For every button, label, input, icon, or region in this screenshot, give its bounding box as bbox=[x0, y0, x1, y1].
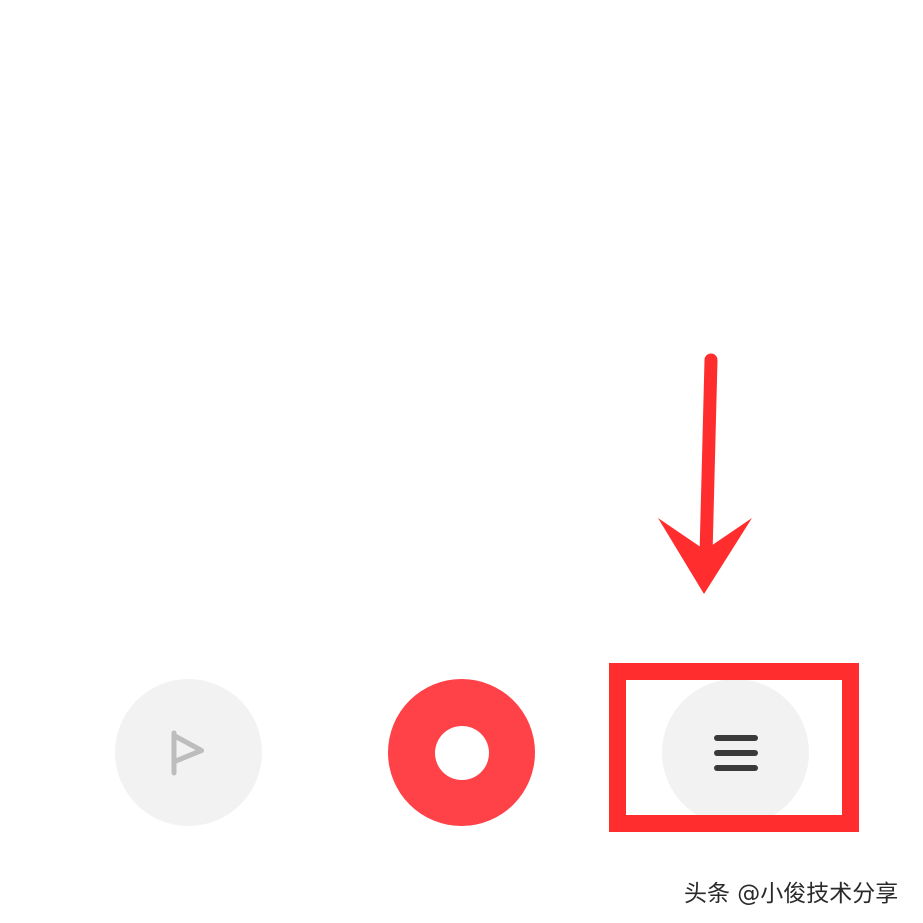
arrow-down-icon bbox=[658, 353, 752, 594]
watermark-text: 头条 @小俊技术分享 bbox=[684, 881, 899, 907]
menu-button[interactable] bbox=[662, 679, 809, 826]
record-button[interactable] bbox=[388, 679, 535, 826]
flag-icon bbox=[171, 730, 204, 775]
record-icon bbox=[434, 725, 489, 780]
flag-button[interactable] bbox=[115, 679, 262, 826]
menu-icon bbox=[713, 734, 758, 771]
